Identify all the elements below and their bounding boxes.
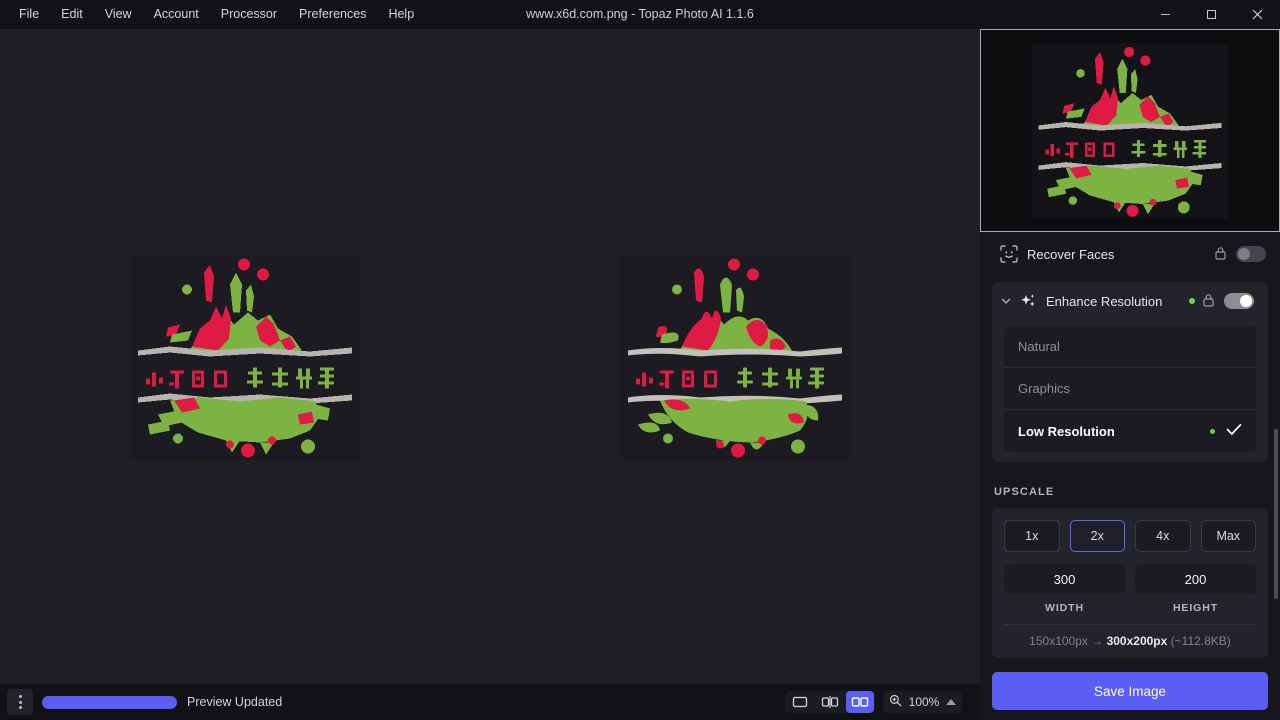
height-column: 200 HEIGHT [1135,564,1256,614]
menu-item-file[interactable]: File [8,0,50,29]
menu-bar: File Edit View Account Processor Prefere… [0,0,425,29]
width-column: 300 WIDTH [1004,564,1125,614]
status-bar: Preview Updated [0,684,980,720]
lock-icon[interactable] [1202,293,1215,310]
menu-item-view[interactable]: View [94,0,143,29]
single-view-button[interactable] [786,691,814,713]
menu-item-processor[interactable]: Processor [210,0,288,29]
section-label-upscale: UPSCALE [994,486,1280,498]
minimize-button[interactable] [1142,0,1188,29]
scale-button-2x[interactable]: 2x [1070,520,1126,552]
menu-item-edit[interactable]: Edit [50,0,94,29]
source-size: 150x100px [1029,634,1088,648]
model-item-graphics[interactable]: Graphics [1004,368,1256,410]
model-label: Graphics [1018,381,1242,396]
feature-row-enhance-resolution[interactable]: Enhance Resolution [992,282,1268,320]
window-controls [1142,0,1280,29]
maximize-button[interactable] [1188,0,1234,29]
save-image-button[interactable]: Save Image [992,672,1268,710]
width-caption: WIDTH [1004,602,1125,614]
progress-bar [42,696,177,709]
scale-button-4x[interactable]: 4x [1135,520,1191,552]
original-image-pane[interactable] [0,29,490,684]
upscale-card: 1x 2x 4x Max 300 WIDTH 200 HEIGHT [992,508,1268,658]
view-mode-group [785,691,875,713]
lock-icon[interactable] [1214,246,1227,263]
original-logo-image [130,254,360,459]
title-bar: File Edit View Account Processor Prefere… [0,0,1280,29]
image-canvas[interactable] [0,29,980,684]
settings-panel: Recover Faces [980,29,1280,720]
model-list: Natural Graphics Low Resolution [1004,326,1256,452]
toggle-recover-faces[interactable] [1236,246,1266,262]
model-item-natural[interactable]: Natural [1004,326,1256,368]
panel-scrollbar[interactable] [1274,429,1278,599]
size-summary: 150x100px → 300x200px (~112.8KB) [1004,624,1256,648]
toggle-enhance-resolution[interactable] [1224,293,1254,309]
menu-item-account[interactable]: Account [143,0,210,29]
model-item-low-resolution[interactable]: Low Resolution [1004,410,1256,452]
menu-item-help[interactable]: Help [377,0,425,29]
kebab-menu-icon[interactable] [7,689,33,715]
scale-button-1x[interactable]: 1x [1004,520,1060,552]
view-tools: 100% [785,684,962,720]
dimension-inputs: 300 WIDTH 200 HEIGHT [1004,564,1256,614]
chevron-up-icon[interactable] [946,699,956,705]
sparkles-icon [1019,292,1037,310]
close-button[interactable] [1234,0,1280,29]
app-window: File Edit View Account Processor Prefere… [0,0,1280,720]
split-view-button[interactable] [816,691,844,713]
feature-label-enhance-resolution: Enhance Resolution [1046,294,1189,309]
target-size: 300x200px [1107,634,1168,648]
status-text: Preview Updated [187,695,282,709]
zoom-level-label: 100% [908,695,940,709]
menu-item-preferences[interactable]: Preferences [288,0,377,29]
processed-image-pane[interactable] [490,29,980,684]
face-detect-icon [1000,245,1018,263]
side-by-side-view-button[interactable] [846,691,874,713]
check-icon [1226,423,1242,439]
scale-button-max[interactable]: Max [1201,520,1257,552]
model-label: Natural [1018,339,1242,354]
model-label: Low Resolution [1018,424,1210,439]
spacer [982,246,998,262]
feature-row-recover-faces[interactable]: Recover Faces [980,234,1280,274]
card-enhance-resolution: Enhance Resolution Natural [992,282,1268,462]
file-size: (~112.8KB) [1171,634,1231,648]
preview-thumbnail[interactable] [980,29,1280,232]
panel-scroll-body: Recover Faces [980,232,1280,662]
zoom-control[interactable]: 100% [883,691,962,713]
scale-button-group: 1x 2x 4x Max [1004,520,1256,552]
height-input[interactable]: 200 [1135,564,1256,594]
status-dot-model [1210,429,1215,434]
chevron-down-icon[interactable] [998,293,1014,309]
processed-logo-image [620,254,850,459]
magnifier-icon [889,694,902,710]
height-caption: HEIGHT [1135,602,1256,614]
status-dot-enhance [1189,298,1195,304]
width-input[interactable]: 300 [1004,564,1125,594]
feature-label-recover-faces: Recover Faces [1027,247,1214,262]
arrow-icon: → [1091,634,1103,648]
